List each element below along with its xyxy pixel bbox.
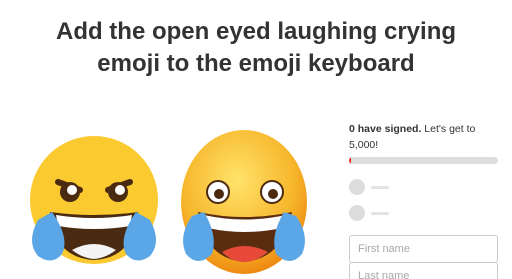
- petition-title-line-1: Add the open eyed laughing crying: [55, 18, 457, 45]
- petition-title-line-2: emoji to the emoji keyboard: [97, 50, 415, 77]
- avatar: [349, 205, 365, 221]
- signed-count: 0 have signed.: [349, 123, 422, 135]
- recent-signer-placeholder: [349, 179, 498, 195]
- petition-image: [22, 112, 312, 279]
- signature-progress-fill: [349, 157, 352, 164]
- signature-count: 0 have signed. Let's get to 5,000!: [349, 121, 498, 153]
- recent-signer-placeholder: [349, 205, 498, 221]
- signer-name-placeholder: [371, 212, 389, 215]
- last-name-input[interactable]: [349, 262, 498, 279]
- laughing-crying-face-icon: [181, 130, 307, 274]
- signature-progress-bar: [349, 157, 498, 164]
- avatar: [349, 179, 365, 195]
- signer-name-placeholder: [371, 186, 389, 189]
- petition-title: Add the open eyed laughing crying emoji …: [0, 16, 512, 80]
- grinning-face-with-tears-of-joy-icon: [30, 136, 158, 264]
- signature-sidebar: 0 have signed. Let's get to 5,000!: [349, 121, 498, 279]
- first-name-input[interactable]: [349, 235, 498, 263]
